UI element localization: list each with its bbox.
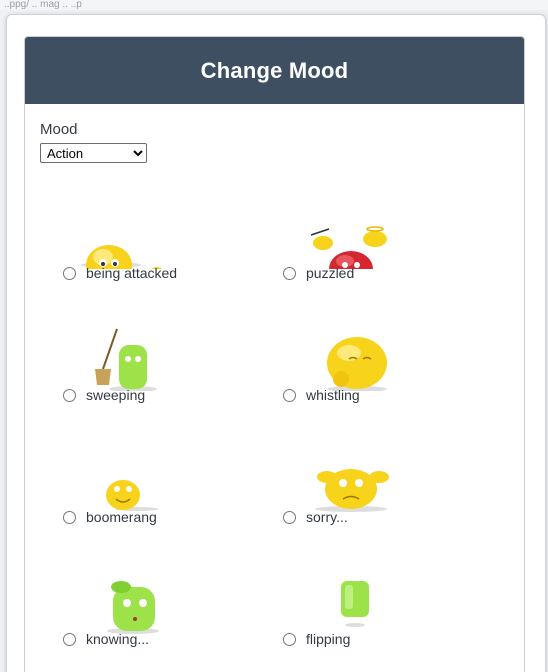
mood-item-sorry[interactable]: sorry... [245, 421, 465, 543]
mood-radio[interactable] [283, 632, 296, 646]
mood-item-sweeping[interactable]: sweeping [25, 299, 245, 421]
mood-item-being-attacked[interactable]: being attacked [25, 177, 245, 299]
mood-option-row: being attacked [63, 265, 177, 281]
mood-option-row: flipping [283, 631, 350, 647]
mood-radio[interactable] [283, 510, 296, 524]
mood-category-select[interactable]: Action [40, 143, 147, 163]
green-blob-flipping-icon [245, 543, 465, 635]
mood-option-label: knowing... [86, 631, 150, 647]
yellow-blob-whistling-icon [245, 299, 465, 391]
mood-option-row: whistling [283, 387, 360, 403]
mood-option-label: boomerang [86, 509, 157, 525]
mood-item-boomerang[interactable]: boomerang [25, 421, 245, 543]
mood-option-label: being attacked [86, 265, 178, 281]
browser-top-strip: ..ppg/ .. mag .. ..p [0, 0, 548, 10]
yellow-blob-sorry-icon [245, 421, 465, 513]
mood-radio[interactable] [283, 388, 296, 402]
mood-radio[interactable] [63, 632, 76, 646]
mood-radio[interactable] [63, 388, 76, 402]
mood-radio[interactable] [283, 266, 296, 280]
mood-option-label: flipping [306, 631, 351, 647]
green-blob-knowing-icon [25, 543, 245, 635]
mood-option-label: whistling [306, 387, 360, 403]
mood-radio[interactable] [63, 510, 76, 524]
change-mood-panel: Change Mood Mood Action being attacked p… [24, 36, 525, 672]
mood-radio[interactable] [63, 266, 76, 280]
mood-item-knowing[interactable]: knowing... [25, 543, 245, 665]
green-blob-with-broom-icon [25, 299, 245, 391]
mood-item-whistling[interactable]: whistling [245, 299, 465, 421]
yellow-blob-with-ball-icon [25, 177, 245, 269]
mood-option-row: boomerang [63, 509, 157, 525]
mood-option-row: knowing... [63, 631, 149, 647]
mood-option-label: sweeping [86, 387, 146, 403]
mood-option-row: sorry... [283, 509, 348, 525]
red-blob-with-devils-icon [245, 177, 465, 269]
mood-option-label: puzzled [306, 265, 355, 281]
panel-header: Change Mood [25, 37, 524, 104]
panel-title: Change Mood [200, 57, 349, 83]
mood-item-flipping[interactable]: flipping [245, 543, 465, 665]
mood-item-puzzled[interactable]: puzzled [245, 177, 465, 299]
mood-option-row: puzzled [283, 265, 354, 281]
top-fragment-text: ..ppg/ .. mag .. ..p [4, 0, 82, 10]
small-yellow-blob-icon [25, 421, 245, 513]
mood-label: Mood [40, 121, 78, 138]
mood-option-label: sorry... [306, 509, 348, 525]
mood-option-row: sweeping [63, 387, 145, 403]
